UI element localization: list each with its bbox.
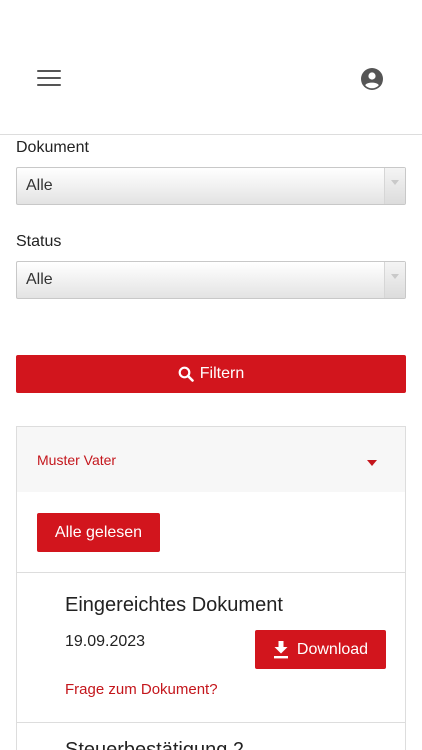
document-question-link[interactable]: Frage zum Dokument? (65, 681, 218, 698)
download-icon (273, 640, 288, 658)
page: Dokument Alle Status Alle Filtern Muster… (0, 0, 422, 750)
person-name: Muster Vater (37, 452, 117, 468)
document-date: 19.09.2023 (65, 633, 146, 650)
divider (17, 572, 405, 573)
filter-button[interactable]: Filtern (16, 355, 406, 393)
document-title: Eingereichtes Dokument (65, 594, 283, 616)
dropdown-arrow-icon (384, 168, 405, 204)
caret-down-icon (367, 460, 377, 466)
document-title: Steuerbestätigung 2 (65, 739, 245, 750)
app-header (0, 0, 422, 135)
filter-button-label: Filtern (199, 365, 245, 382)
document-filter-select[interactable]: Alle (16, 167, 406, 205)
person-accordion-header[interactable]: Muster Vater (17, 427, 405, 492)
divider (17, 722, 405, 723)
download-button-label: Download (296, 640, 369, 658)
person-documents-card: Muster Vater Alle gelesen Eingereichtes … (16, 426, 406, 750)
account-circle-icon[interactable] (360, 67, 384, 91)
status-filter-label: Status (16, 233, 62, 250)
read-all-button[interactable]: Alle gelesen (37, 513, 160, 552)
search-icon (178, 366, 194, 382)
dropdown-arrow-icon (384, 262, 405, 298)
status-filter-select[interactable]: Alle (16, 261, 406, 299)
status-filter-value: Alle (26, 271, 53, 288)
document-filter-label: Dokument (16, 139, 89, 156)
download-button[interactable]: Download (255, 630, 386, 669)
document-filter-value: Alle (26, 177, 53, 194)
menu-icon[interactable] (37, 68, 61, 88)
